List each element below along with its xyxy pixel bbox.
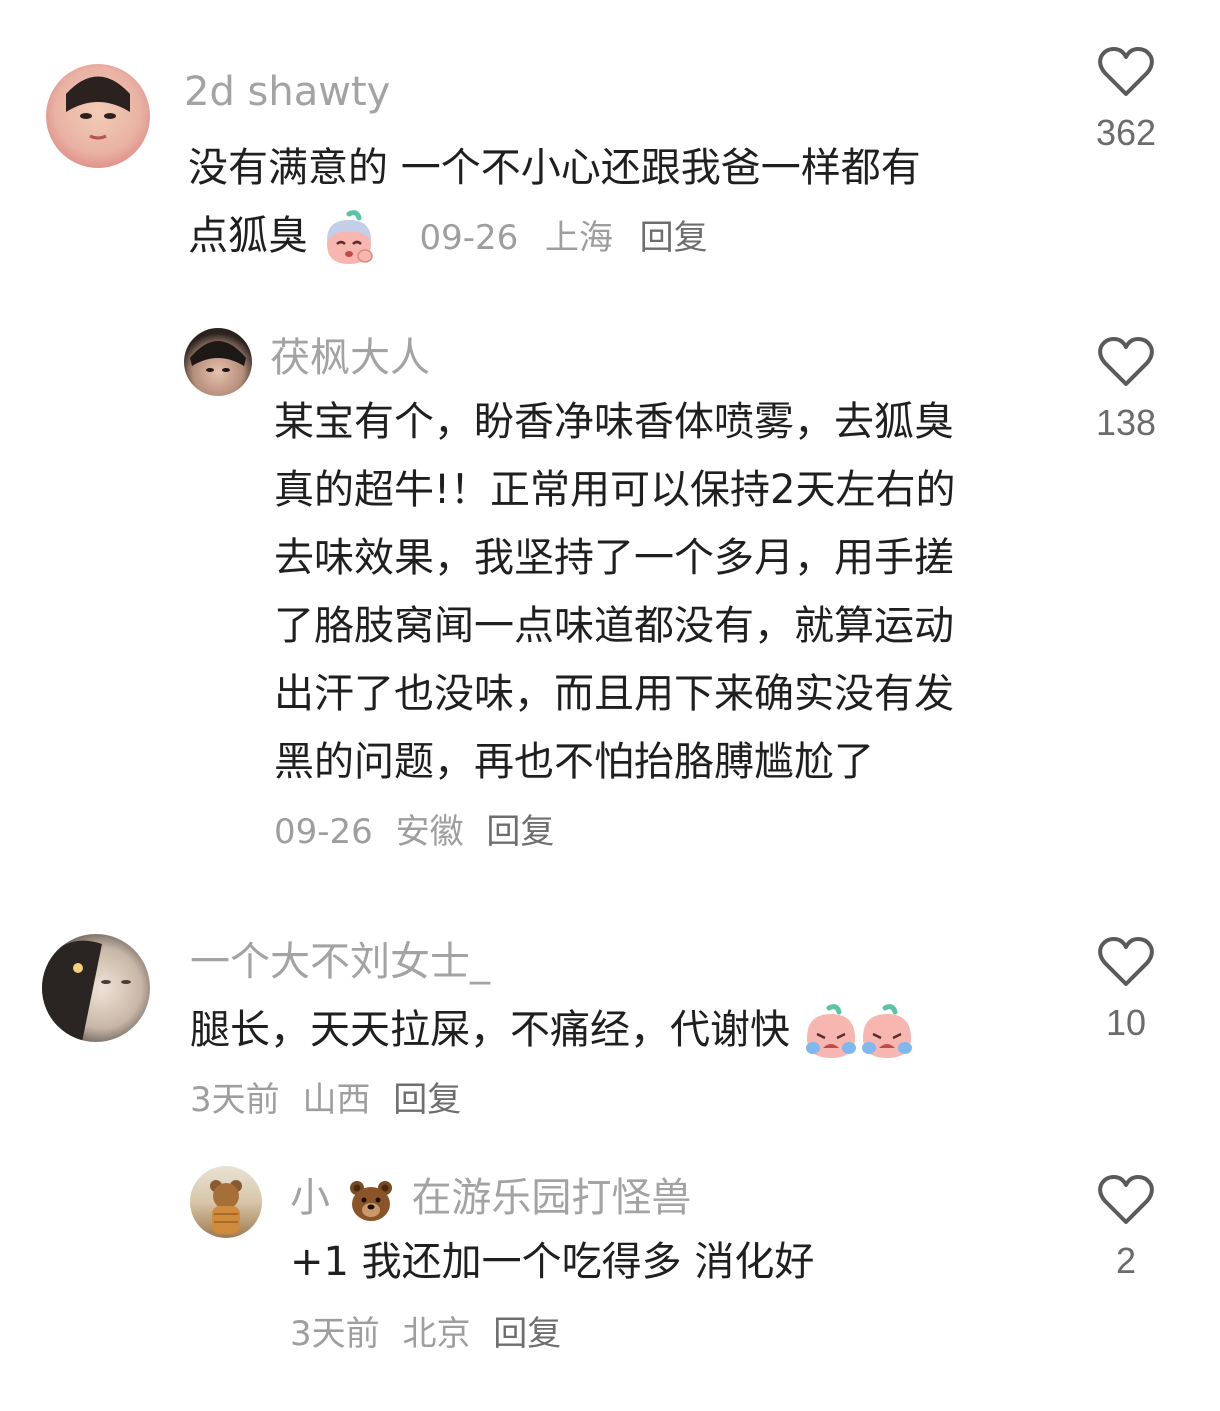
- avatar[interactable]: [190, 1166, 262, 1238]
- heart-icon: [1098, 1175, 1154, 1224]
- comment-text: +1 我还加一个吃得多 消化好: [290, 1239, 815, 1285]
- comment-location: 安徽: [395, 812, 464, 852]
- comment-text-line: 真的超牛!！正常用可以保持2天左右的: [274, 467, 956, 513]
- comment-text: 没有满意的 一个不小心还跟我爸一样都有 点狐臭 09-26 上海 回复: [188, 134, 1028, 272]
- comment-text-line: 了胳肢窝闻一点味道都没有，就算运动: [274, 603, 954, 649]
- username-suffix: 在游乐园打怪兽: [411, 1175, 692, 1221]
- comment-text-fragment: 腿长，天天拉屎，不痛经，代谢快: [190, 1007, 790, 1053]
- crying-face-emoji: [861, 1004, 912, 1058]
- comment-location: 山西: [302, 1080, 371, 1120]
- avatar[interactable]: [184, 328, 252, 396]
- avatar-face-icon: [190, 341, 246, 372]
- comment-date: 09-26: [419, 218, 519, 258]
- reply-button[interactable]: 回复: [493, 1314, 561, 1354]
- comment-item: 2d shawty 没有满意的 一个不小心还跟我爸一样都有 点狐臭 09-26 …: [0, 0, 1220, 290]
- comment-text-fragment: 点狐臭: [188, 213, 308, 259]
- username-prefix: 小: [290, 1175, 330, 1221]
- like-count: 362: [1095, 112, 1157, 153]
- heart-icon: [1098, 937, 1154, 986]
- comment-text-line: 某宝有个，盼香净味香体喷雾，去狐臭: [274, 399, 954, 445]
- comment-text-line: 出汗了也没味，而且用下来确实没有发: [274, 671, 954, 717]
- reply-item: 小 在游乐园打怪兽 +1 我还加一个吃得多 消化好 3天前 北京 回复 2: [0, 1150, 1220, 1380]
- tired-face-emoji: [326, 210, 373, 264]
- avatar-face-icon: [42, 940, 131, 1042]
- username[interactable]: 一个大不刘女士_: [190, 936, 490, 988]
- bear-toy-icon: [210, 1180, 242, 1234]
- avatar[interactable]: [46, 64, 150, 168]
- like-button[interactable]: 362: [1066, 46, 1186, 154]
- reply-button[interactable]: 回复: [640, 218, 708, 258]
- comment-meta: 3天前 山西 回复: [190, 1078, 473, 1122]
- like-button[interactable]: 10: [1066, 936, 1186, 1044]
- comment-date: 3天前: [290, 1314, 380, 1354]
- comment-location: 北京: [402, 1314, 471, 1354]
- comment-date: 3天前: [190, 1080, 280, 1120]
- username[interactable]: 2d shawty: [184, 66, 390, 118]
- like-count: 138: [1095, 402, 1157, 443]
- like-count: 10: [1105, 1002, 1147, 1043]
- like-count: 2: [1115, 1240, 1137, 1281]
- reply-button[interactable]: 回复: [486, 812, 554, 852]
- username[interactable]: 茯枫大人: [270, 332, 430, 384]
- like-button[interactable]: 138: [1066, 336, 1186, 444]
- bear-emoji: [349, 1181, 392, 1221]
- comment-text-line: 去味效果，我坚持了一个多月，用手搓: [274, 535, 954, 581]
- comment-item: 一个大不刘女士_ 腿长，天天拉屎，不痛经，代谢快 3天前 山西 回复 10: [0, 920, 1220, 1140]
- reply-item: 茯枫大人 某宝有个，盼香净味香体喷雾，去狐臭 真的超牛!！正常用可以保持2天左右…: [0, 300, 1220, 880]
- comment-text-line: 黑的问题，再也不怕抬胳膊尴尬了: [274, 739, 874, 785]
- comment-location: 上海: [544, 218, 613, 258]
- comment-date: 09-26: [274, 812, 373, 852]
- heart-icon: [1098, 47, 1154, 96]
- comment-meta: 09-26 安徽 回复: [274, 810, 566, 854]
- username[interactable]: 小 在游乐园打怪兽: [290, 1172, 691, 1224]
- crying-face-emoji: [805, 1004, 856, 1058]
- comment-text-line: 点狐臭 09-26 上海 回复: [188, 202, 1028, 272]
- comment-meta: 3天前 北京 回复: [290, 1312, 573, 1356]
- comment-text: 某宝有个，盼香净味香体喷雾，去狐臭 真的超牛!！正常用可以保持2天左右的 去味效…: [274, 388, 1054, 796]
- avatar[interactable]: [42, 934, 150, 1042]
- comment-text-line: 没有满意的 一个不小心还跟我爸一样都有: [188, 145, 921, 191]
- comment-text: 腿长，天天拉屎，不痛经，代谢快: [190, 996, 1050, 1064]
- heart-icon: [1098, 337, 1154, 386]
- avatar-face-icon: [66, 76, 130, 140]
- reply-button[interactable]: 回复: [393, 1080, 461, 1120]
- like-button[interactable]: 2: [1066, 1174, 1186, 1282]
